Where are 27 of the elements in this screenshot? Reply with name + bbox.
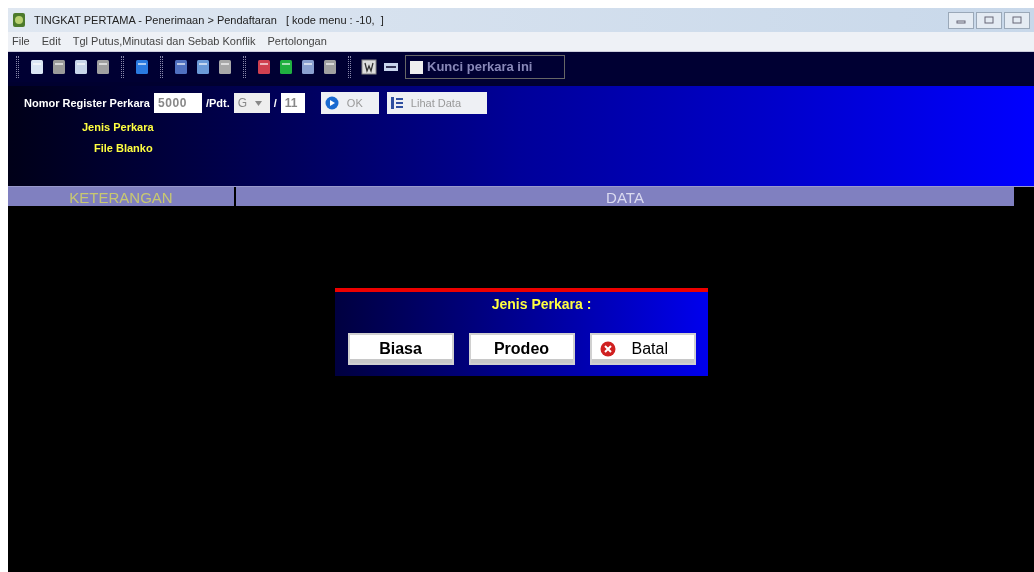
column-header: DATA bbox=[236, 187, 1014, 206]
play-icon bbox=[324, 96, 339, 110]
column-header: KETERANGAN bbox=[8, 187, 236, 206]
pdt-label: /Pdt. bbox=[205, 95, 230, 111]
cancel-icon bbox=[599, 341, 616, 357]
menu-item[interactable]: Edit bbox=[41, 33, 61, 50]
list-icon bbox=[390, 96, 403, 110]
regular-button[interactable]: Biasa bbox=[347, 333, 454, 365]
app-icon bbox=[12, 12, 26, 28]
register-label: Nomor Register Perkara bbox=[24, 95, 150, 111]
menu-item[interactable]: Pertolongan bbox=[267, 33, 327, 50]
blank-file-label: File Blanko bbox=[94, 140, 153, 156]
case-type-label: Jenis Perkara bbox=[82, 120, 154, 135]
free-button[interactable]: Prodeo bbox=[468, 333, 575, 365]
menu-item[interactable]: Tgl Putus,Minutasi dan Sebab Konflik bbox=[72, 33, 256, 50]
cancel-button[interactable]: Batal bbox=[589, 333, 696, 365]
lock-checkbox[interactable]: Kunci perkara ini bbox=[405, 55, 565, 79]
caret-icon bbox=[255, 100, 263, 106]
number-field[interactable]: 5000 bbox=[153, 93, 202, 113]
menu-item[interactable]: File bbox=[12, 33, 30, 50]
year-field[interactable]: 11 bbox=[280, 93, 305, 113]
window-title: TINGKAT PERTAMA - Penerimaan > Pendaftaran [ kode menu : -10, ] bbox=[34, 12, 384, 28]
dialog-title: Jenis Perkara : bbox=[491, 295, 592, 314]
restore-icon bbox=[984, 16, 994, 24]
keyboard-icon[interactable] bbox=[383, 61, 399, 73]
slash-label: / bbox=[273, 95, 277, 111]
word-icon[interactable] bbox=[361, 59, 377, 75]
